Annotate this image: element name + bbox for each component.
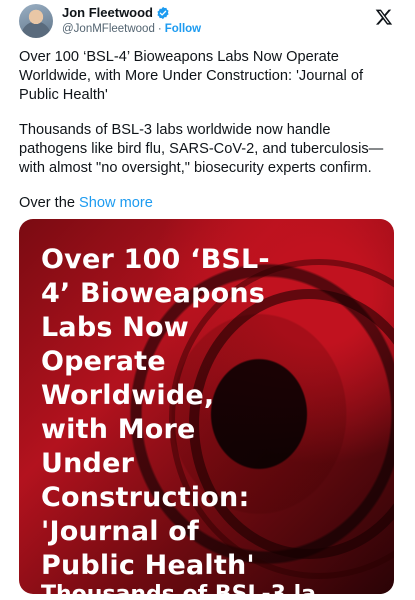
author-name-row: Jon Fleetwood <box>62 5 170 20</box>
show-more-link[interactable]: Show more <box>79 195 153 211</box>
media-headline-line: with More <box>41 414 196 445</box>
media-headline-line: Worldwide, <box>41 380 215 411</box>
media-headline: Over 100 ‘BSL- 4’ Bioweapons Labs Now Op… <box>41 243 301 583</box>
author-name[interactable]: Jon Fleetwood <box>62 5 153 20</box>
media-headline-line: Operate <box>41 346 166 377</box>
avatar[interactable] <box>19 4 53 38</box>
media-headline-line: 'Journal of <box>41 516 199 547</box>
tweet-paragraph-1: Over 100 ‘BSL-4’ Bioweapons Labs Now Ope… <box>19 49 363 103</box>
author-handle[interactable]: @JonMFleetwood <box>62 23 155 35</box>
x-logo-icon[interactable] <box>375 8 393 26</box>
tweet-paragraph-3: Over the Show more <box>19 194 399 213</box>
media-headline-line: 4’ Bioweapons <box>41 278 266 309</box>
verified-badge-icon <box>157 6 169 19</box>
follow-button[interactable]: Follow <box>165 23 201 35</box>
media-headline-line: Labs Now <box>41 312 189 343</box>
tweet-card: Jon Fleetwood @JonMFleetwood · Follow Ov… <box>0 0 415 600</box>
tweet-paragraph-3-prefix: Over the <box>19 195 80 211</box>
media-cutoff-text: Thousands of BSL-3 la <box>41 581 371 594</box>
separator-dot: · <box>157 23 162 35</box>
tweet-paragraph-2: Thousands of BSL-3 labs worldwide now ha… <box>19 122 384 176</box>
author-handle-row: @JonMFleetwood · Follow <box>62 23 201 35</box>
media-headline-line: Construction: <box>41 482 250 513</box>
media-headline-line: Over 100 ‘BSL- <box>41 244 270 275</box>
media-headline-line: Public Health' <box>41 550 255 581</box>
media-headline-line: Under <box>41 448 135 479</box>
tweet-media-image[interactable]: Over 100 ‘BSL- 4’ Bioweapons Labs Now Op… <box>19 219 394 594</box>
